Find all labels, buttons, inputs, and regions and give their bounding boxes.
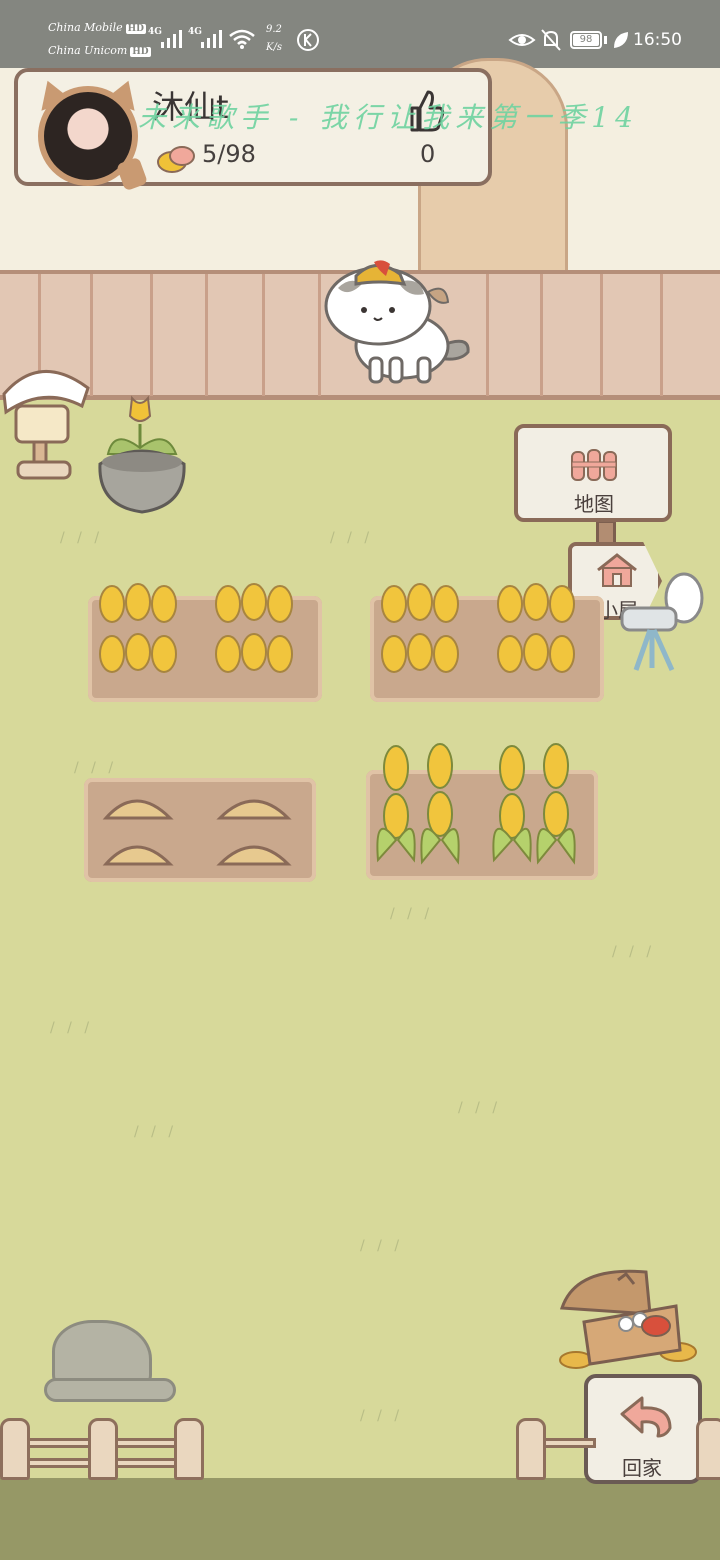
battery-tip [604, 36, 607, 44]
telescope[interactable] [618, 568, 710, 676]
grass-tuft: / / / [612, 944, 656, 960]
mailbox-lamp[interactable] [0, 358, 96, 482]
grass-tuft: / / / [74, 760, 118, 776]
return-home-label: 回家 [622, 1456, 662, 1480]
map-button[interactable]: 地图 [514, 424, 672, 522]
map-label: 地图 [574, 492, 614, 516]
coin-count: 5/98 [202, 140, 256, 168]
carrier-2: China Unicom HD [48, 44, 151, 57]
fence-post [88, 1418, 118, 1480]
status-bar: China Mobile HD China Unicom HD 4G 4G 9.2 … [0, 0, 720, 68]
return-home-button[interactable]: 回家 [584, 1374, 702, 1484]
grass-tuft: / / / [60, 530, 104, 546]
like-count: 0 [420, 140, 436, 168]
cat-mascot[interactable] [320, 254, 480, 390]
clock: 16:50 [633, 30, 682, 50]
carrier-1: China Mobile HD [48, 21, 146, 34]
signal-icon-1 [161, 30, 182, 48]
grass-tuft: / / / [134, 1124, 178, 1140]
battery-level: 98 [579, 34, 593, 45]
grass-tuft: / / / [50, 1020, 94, 1036]
fence-map-icon [571, 449, 617, 481]
fence-post [696, 1418, 720, 1480]
fence-post [174, 1418, 204, 1480]
treasure-chest[interactable] [556, 1264, 704, 1384]
fence-post [516, 1418, 546, 1480]
rock-base [44, 1378, 176, 1402]
grass-tuft: / / / [330, 530, 374, 546]
corn-crops [376, 743, 576, 865]
net-speed-value: 9.2 [266, 24, 282, 35]
grass-tuft: / / / [390, 906, 434, 922]
grass-tuft: / / / [360, 1238, 404, 1254]
net-speed-unit: K/s [266, 42, 282, 53]
wheat-crops [381, 583, 575, 673]
coin-bread-icon [157, 146, 195, 173]
bottom-strip [0, 1478, 720, 1560]
eye-icon [508, 34, 536, 46]
battery-icon: 98 [570, 31, 602, 49]
wifi-icon [229, 29, 255, 49]
bell-off-icon [541, 29, 561, 51]
k-app-icon [297, 29, 319, 51]
potato-crops [102, 799, 292, 866]
grass-tuft: / / / [360, 1408, 404, 1424]
wheat-crops [99, 583, 293, 673]
grass-tuft: / / / [458, 1100, 502, 1116]
tulip-pot[interactable] [96, 394, 188, 516]
return-arrow-icon [620, 1396, 672, 1438]
watermark-text: 未来歌手 - 我行让我来第一季14 [138, 101, 639, 134]
fence-post [0, 1418, 30, 1480]
leaf-icon [614, 32, 628, 48]
signal-icon-2 [201, 30, 222, 48]
